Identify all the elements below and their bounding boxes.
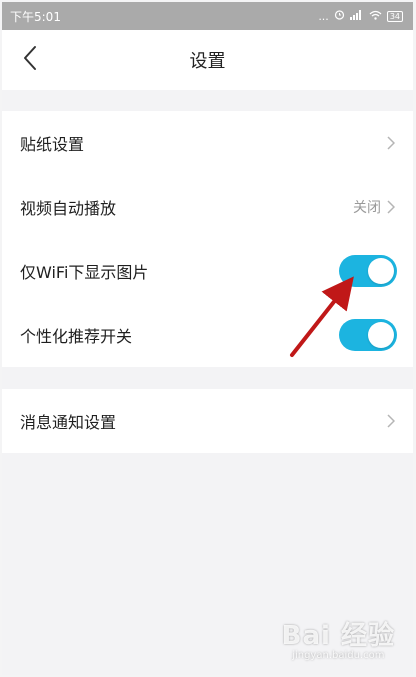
dots-icon: ... [318,9,329,23]
settings-section-notifications: 消息通知设置 [2,389,413,453]
video-autoplay-row[interactable]: 视频自动播放 关闭 [2,175,413,239]
sticker-settings-label: 贴纸设置 [20,135,85,154]
toggle-knob [368,322,394,348]
chevron-left-icon [23,45,37,75]
video-autoplay-label: 视频自动播放 [20,199,117,218]
settings-section-main: 贴纸设置 视频自动播放 关闭 仅WiFi下显示图片 个性化推荐开关 [2,111,413,367]
personalized-recommend-row: 个性化推荐开关 [2,303,413,367]
sticker-settings-row[interactable]: 贴纸设置 [2,111,413,175]
notification-settings-label: 消息通知设置 [20,413,117,432]
header-bar: 设置 [2,30,413,90]
page-title: 设置 [189,51,226,72]
notification-settings-row[interactable]: 消息通知设置 [2,389,413,453]
wifi-images-row: 仅WiFi下显示图片 [2,239,413,303]
watermark-url: jingyan.baidu.com [292,650,385,661]
chevron-right-icon [387,199,397,215]
back-button[interactable] [14,42,46,78]
app-screen: 下午5:01 ... 34 设置 贴纸设置 视频自动播放 关闭 仅WiFi下显示… [2,2,413,675]
chevron-right-icon [387,135,397,151]
wifi-icon [369,10,382,23]
battery-icon: 34 [386,10,403,22]
watermark-logo: Bai 经验 [281,621,395,651]
alarm-icon [334,9,345,23]
baidu-jingyan-watermark: Bai 经验 jingyan.baidu.com [282,615,395,661]
signal-icon [349,9,364,23]
personalized-recommend-toggle[interactable] [339,319,397,351]
video-autoplay-value: 关闭 [353,200,381,216]
status-time: 下午5:01 [10,9,61,24]
wifi-images-label: 仅WiFi下显示图片 [20,263,149,282]
chevron-right-icon [387,413,397,429]
wifi-images-toggle[interactable] [339,255,397,287]
status-bar: 下午5:01 ... 34 [2,2,413,30]
toggle-knob [368,258,394,284]
status-icons: ... 34 [318,9,403,23]
personalized-recommend-label: 个性化推荐开关 [20,327,133,346]
